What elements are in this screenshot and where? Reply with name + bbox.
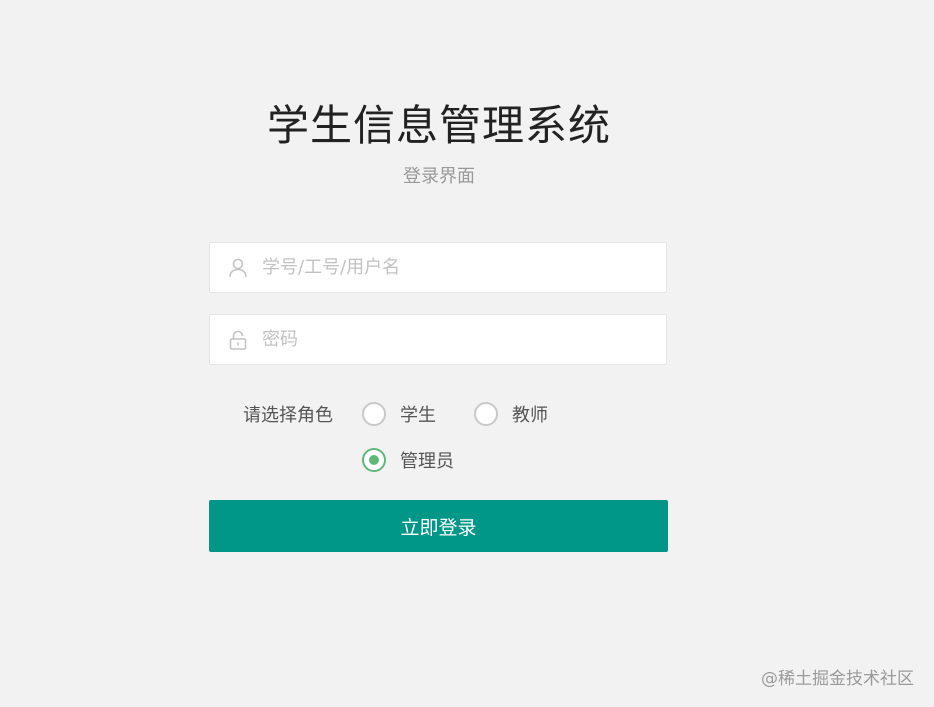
username-input[interactable] <box>262 243 652 292</box>
radio-circle[interactable] <box>362 448 386 472</box>
username-field <box>209 242 667 293</box>
radio-circle[interactable] <box>474 402 498 426</box>
role-option-label: 学生 <box>400 405 436 426</box>
lock-icon <box>227 329 249 351</box>
role-radio-admin[interactable]: 管理员 <box>362 447 454 473</box>
role-radio-teacher[interactable]: 教师 <box>474 401 548 427</box>
login-button[interactable]: 立即登录 <box>209 500 668 552</box>
watermark: @稀土掘金技术社区 <box>761 669 914 689</box>
user-icon <box>227 257 249 279</box>
role-label: 请选择角色 <box>243 405 333 426</box>
page-subtitle: 登录界面 <box>403 166 475 187</box>
password-input[interactable] <box>262 315 652 364</box>
role-option-label: 管理员 <box>400 451 454 472</box>
radio-circle[interactable] <box>362 402 386 426</box>
role-option-label: 教师 <box>512 405 548 426</box>
password-field <box>209 314 667 365</box>
page-title: 学生信息管理系统 <box>266 101 611 150</box>
role-radio-student[interactable]: 学生 <box>362 401 436 427</box>
